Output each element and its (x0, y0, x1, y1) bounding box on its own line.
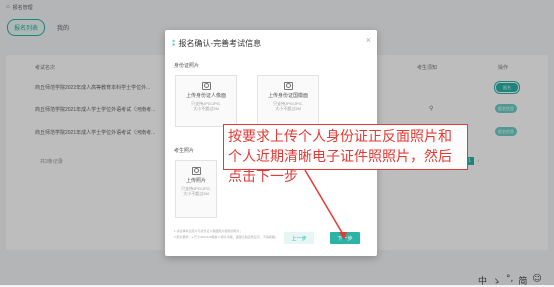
close-icon[interactable]: × (366, 35, 371, 45)
id-photo-section-label: 身份证照片 (174, 63, 200, 69)
camera-icon (201, 82, 211, 90)
previous-step-button[interactable]: 上一步 (284, 232, 314, 244)
title-mark-icon: ⁑ (172, 40, 176, 48)
full-width-icon[interactable]: °, (506, 274, 513, 287)
dialog-title-text: 报名确认-完善考试信息 (178, 39, 262, 48)
ime-tray: 中 ゝ °, 简 ☺ (478, 274, 542, 287)
emoji-icon[interactable]: ☺ (532, 274, 541, 287)
simplified-icon[interactable]: 简 (518, 274, 527, 287)
upload-candidate-photo[interactable]: 上传照片 只支持JPG/JPG, 大小不超过2M (175, 160, 217, 218)
upload-hint: 大小不超过2M (193, 106, 219, 111)
upload-id-back-title: 上传身份证国徽面 (267, 93, 308, 99)
camera-icon (191, 167, 201, 175)
dialog-title: ⁑ 报名确认-完善考试信息 (172, 38, 261, 49)
upload-id-front[interactable]: 上传身份证人像面 只支持JPG/JPG, 大小不超过2M (175, 75, 237, 127)
candidate-photo-section-label: 考生照片 (174, 148, 195, 154)
next-step-button[interactable]: 下一步 (330, 232, 360, 244)
instruction-annotation: 按要求上传个人身份证正反面照片和个人近期清晰电子证件照照片，然后点击下一步 (223, 124, 468, 185)
upload-hint: 大小不超过2M (275, 106, 301, 111)
camera-icon (283, 82, 293, 90)
upload-photo-title: 上传照片 (185, 178, 206, 184)
photo-requirements: 1.请选择考生照片与身份证人像面照片相符的照片； 2.照片要求：a.尺寸480x… (174, 228, 278, 240)
ime-mode-icon[interactable]: 中 (478, 274, 487, 287)
upload-id-back[interactable]: 上传身份证国徽面 只支持JPG/JPG, 大小不超过2M (257, 75, 319, 127)
note-line-2: 2.照片要求：a.尺寸480x640像素 b.照片清晰，面部全貌完整显示，不得模… (174, 235, 278, 239)
upload-hint: 大小不超过2M (183, 191, 209, 196)
punctuation-icon[interactable]: ゝ (492, 274, 501, 287)
upload-id-front-title: 上传身份证人像面 (185, 93, 226, 99)
